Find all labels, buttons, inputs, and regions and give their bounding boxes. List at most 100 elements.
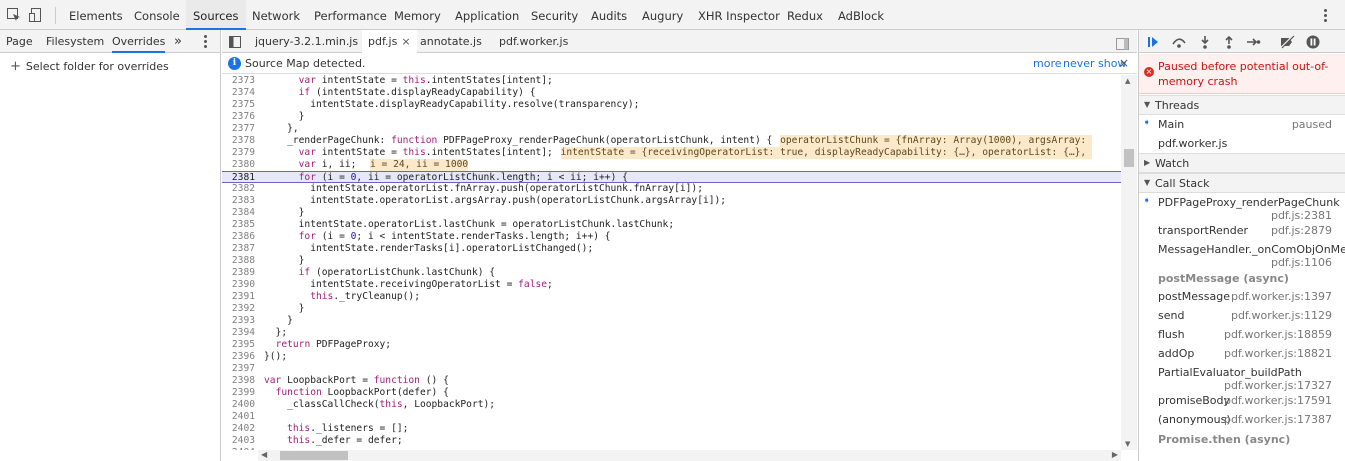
device-toolbar-icon[interactable] (28, 7, 44, 23)
step-out-icon[interactable] (1221, 34, 1237, 50)
call-stack-header[interactable]: ▼ Call Stack (1139, 173, 1345, 193)
line-number[interactable]: 2391 (222, 291, 257, 303)
line-number[interactable]: 2386 (222, 231, 257, 243)
tab-overrides[interactable]: Overrides (112, 30, 166, 53)
frame-location[interactable]: pdf.worker.js:17327 (1224, 379, 1332, 392)
line-number[interactable]: 2375 (222, 99, 257, 111)
line-number[interactable]: 2399 (222, 387, 257, 399)
line-number[interactable]: 2402 (222, 423, 257, 435)
line-number[interactable]: 2377 (222, 123, 257, 135)
pause-on-exceptions-icon[interactable] (1305, 34, 1321, 50)
step-into-icon[interactable] (1197, 34, 1213, 50)
file-tab-pdfworker[interactable]: pdf.worker.js (499, 30, 568, 53)
line-number[interactable]: 2376 (222, 111, 257, 123)
line-number[interactable]: 2379 (222, 147, 257, 159)
never-show-link[interactable]: never show (1063, 57, 1126, 70)
thread-pdf-worker[interactable]: pdf.worker.js (1139, 135, 1345, 155)
line-number[interactable]: 2388 (222, 255, 257, 267)
call-frame[interactable]: addOp pdf.worker.js:18821 (1139, 345, 1345, 364)
line-number[interactable]: 2394 (222, 327, 257, 339)
line-number[interactable]: 2390 (222, 279, 257, 291)
line-number[interactable]: 2378 (222, 135, 257, 147)
vertical-scroll-thumb[interactable] (1124, 149, 1134, 167)
call-frame[interactable]: (anonymous) pdf.worker.js:17387 (1139, 411, 1345, 430)
frame-location[interactable]: pdf.js:2879 (1271, 224, 1332, 237)
line-number[interactable]: 2392 (222, 303, 257, 315)
line-number[interactable]: 2374 (222, 87, 257, 99)
scroll-left-icon[interactable]: ◀ (261, 450, 267, 459)
horizontal-scroll-thumb[interactable] (280, 451, 348, 460)
tab-xhr-inspector[interactable]: XHR Inspector (691, 0, 787, 30)
tab-performance[interactable]: Performance (307, 0, 394, 30)
line-number[interactable]: 2385 (222, 219, 257, 231)
frame-location[interactable]: pdf.js:1106 (1271, 256, 1332, 269)
line-number[interactable]: 2397 (222, 363, 257, 375)
frame-location[interactable]: pdf.worker.js:17387 (1224, 413, 1332, 426)
step-icon[interactable] (1245, 34, 1261, 50)
tab-filesystem[interactable]: Filesystem (46, 30, 104, 53)
frame-location[interactable]: pdf.js:2381 (1271, 209, 1332, 222)
line-number[interactable]: 2396 (222, 351, 257, 363)
call-frame[interactable]: postMessage pdf.worker.js:1397 (1139, 288, 1345, 307)
call-frame[interactable]: MessageHandler._onComObjOnMes… pdf.js:110… (1139, 241, 1345, 269)
more-options-icon[interactable] (1324, 9, 1328, 23)
tab-memory[interactable]: Memory (387, 0, 448, 30)
deactivate-breakpoints-icon[interactable] (1279, 34, 1295, 50)
scroll-right-icon[interactable]: ▶ (1112, 450, 1118, 459)
line-number[interactable]: 2387 (222, 243, 257, 255)
tab-adblock[interactable]: AdBlock (831, 0, 891, 30)
thread-main[interactable]: ➧ Main paused (1139, 116, 1345, 136)
more-link[interactable]: more (1033, 57, 1062, 70)
frame-location[interactable]: pdf.worker.js:18859 (1224, 328, 1332, 341)
call-frame[interactable]: transportRender pdf.js:2879 (1139, 222, 1345, 241)
tab-elements[interactable]: Elements (62, 0, 130, 30)
tab-audits[interactable]: Audits (584, 0, 634, 30)
tab-page[interactable]: Page (6, 30, 33, 53)
file-tab-annotate[interactable]: annotate.js (420, 30, 482, 53)
frame-location[interactable]: pdf.worker.js:18821 (1224, 347, 1332, 360)
vertical-scrollbar[interactable]: ▲ ▼ (1121, 75, 1137, 450)
close-tab-icon[interactable]: × (401, 35, 410, 48)
tab-security[interactable]: Security (524, 0, 585, 30)
file-tab-pdfjs[interactable]: pdf.js × (362, 30, 417, 53)
line-number[interactable]: 2404 (222, 447, 257, 450)
call-frame[interactable]: promiseBody pdf.worker.js:17591 (1139, 392, 1345, 411)
tab-application[interactable]: Application (448, 0, 526, 30)
line-number[interactable]: 2389 (222, 267, 257, 279)
horizontal-scrollbar[interactable]: ◀ ▶ (258, 450, 1121, 461)
threads-header[interactable]: ▼ Threads (1139, 95, 1345, 115)
line-number[interactable]: 2400 (222, 399, 257, 411)
scroll-up-icon[interactable]: ▲ (1125, 77, 1130, 85)
frame-location[interactable]: pdf.worker.js:17591 (1224, 394, 1332, 407)
close-infobar-icon[interactable]: × (1119, 56, 1129, 70)
tab-console[interactable]: Console (127, 0, 187, 30)
toggle-navigator-icon[interactable] (228, 34, 242, 48)
code-editor[interactable]: 2373 var intentState = this.intentStates… (222, 75, 1121, 450)
tab-augury[interactable]: Augury (635, 0, 690, 30)
line-number[interactable]: 2383 (222, 195, 257, 207)
watch-header[interactable]: ▶ Watch (1139, 153, 1345, 173)
step-over-icon[interactable] (1171, 34, 1187, 50)
line-number[interactable]: 2373 (222, 75, 257, 87)
line-number[interactable]: 2393 (222, 315, 257, 327)
line-number[interactable]: 2401 (222, 411, 257, 423)
line-number[interactable]: 2398 (222, 375, 257, 387)
call-frame[interactable]: send pdf.worker.js:1129 (1139, 307, 1345, 326)
line-number[interactable]: 2395 (222, 339, 257, 351)
frame-location[interactable]: pdf.worker.js:1129 (1231, 309, 1332, 322)
call-frame-current[interactable]: ➧ PDFPageProxy_renderPageChunk pdf.js:2381 (1139, 194, 1345, 222)
line-number[interactable]: 2380 (222, 159, 257, 171)
frame-location[interactable]: pdf.worker.js:1397 (1231, 290, 1332, 303)
call-frame[interactable]: PartialEvaluator_buildPath pdf.worker.js:… (1139, 364, 1345, 392)
tab-network[interactable]: Network (245, 0, 307, 30)
call-frame[interactable]: flush pdf.worker.js:18859 (1139, 326, 1345, 345)
toggle-debugger-icon[interactable] (1116, 35, 1129, 50)
file-tab-jquery[interactable]: jquery-3.2.1.min.js (255, 30, 358, 53)
add-folder-button[interactable]: + Select folder for overrides (10, 59, 169, 74)
inspect-element-icon[interactable] (6, 7, 22, 23)
line-number[interactable]: 2384 (222, 207, 257, 219)
scroll-down-icon[interactable]: ▼ (1125, 440, 1130, 448)
line-number[interactable]: 2382 (222, 183, 257, 195)
navigator-menu-icon[interactable] (204, 35, 208, 49)
chevron-more-icon[interactable]: » (174, 30, 182, 53)
